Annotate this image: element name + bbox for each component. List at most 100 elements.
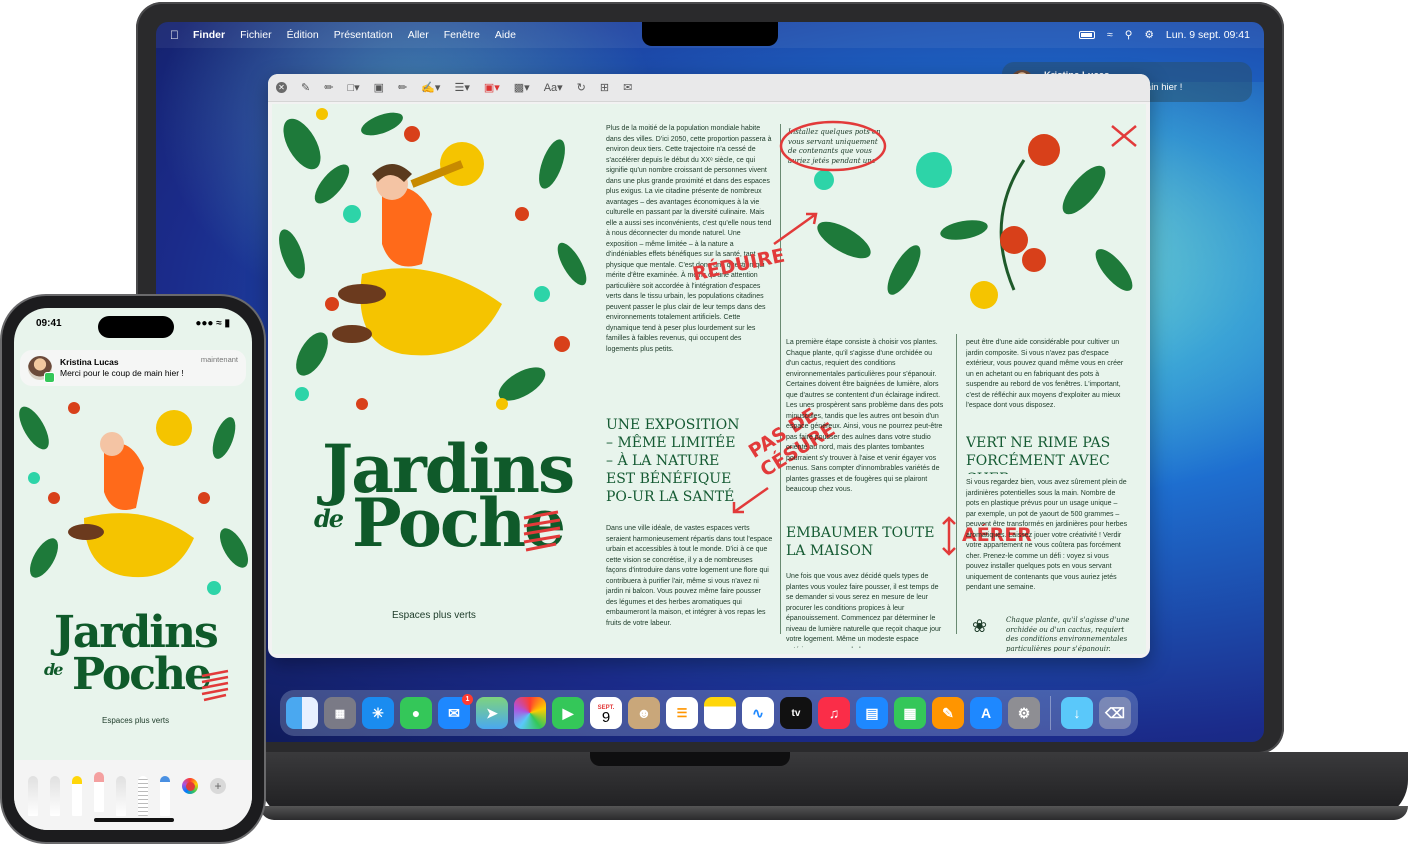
doc-column-3: peut être d'une aide considérable pour c… bbox=[966, 339, 1124, 409]
column-divider-2 bbox=[956, 334, 957, 634]
notification-text: Kristina Lucas Merci pour le coup de mai… bbox=[60, 357, 184, 379]
messages-icon[interactable]: ● bbox=[400, 697, 432, 729]
doc-column-2b: Une fois que vous avez décidé quels type… bbox=[786, 573, 942, 648]
marker-tool-icon[interactable] bbox=[72, 776, 82, 816]
add-tool-icon[interactable]: + bbox=[210, 778, 226, 794]
maps-icon[interactable]: ➤ bbox=[476, 697, 508, 729]
notes-icon[interactable] bbox=[704, 697, 736, 729]
shapes-tool-icon[interactable]: □▾ bbox=[347, 81, 359, 94]
pencil-tool-icon[interactable] bbox=[50, 776, 60, 816]
menu-finder[interactable]: Finder bbox=[193, 29, 225, 41]
iphone-scribble-mark bbox=[201, 669, 229, 702]
device-scene:  Finder Fichier Édition Présentation Al… bbox=[0, 0, 1410, 846]
safari-icon[interactable]: ✳ bbox=[362, 697, 394, 729]
doc-heading-2: EMBAUMER TOUTE LA MAISON bbox=[786, 525, 935, 559]
settings-icon[interactable]: ⚙ bbox=[1008, 697, 1040, 729]
macbook-base bbox=[260, 752, 1408, 820]
crop-icon[interactable]: ⊞ bbox=[600, 81, 609, 94]
menu-clock[interactable]: Lun. 9 sept. 09:41 bbox=[1166, 29, 1250, 41]
column-divider bbox=[780, 124, 781, 634]
keynote-icon[interactable]: ▤ bbox=[856, 697, 888, 729]
iphone-screen: 09:41 ●●● ≈ ▮ Kristina Lucas Merci pour … bbox=[14, 308, 252, 830]
sketch-tool-icon[interactable]: ✎ bbox=[301, 81, 310, 94]
control-center-icon[interactable]: ⚙ bbox=[1145, 29, 1154, 41]
document-page: Jardins de Poche Espaces plus verts Plus… bbox=[272, 104, 1146, 654]
tv-icon[interactable]: tv bbox=[780, 697, 812, 729]
iphone-title-line2: Poche bbox=[72, 649, 212, 700]
line-style-icon[interactable]: ☰▾ bbox=[454, 81, 469, 94]
illustration-left bbox=[279, 108, 587, 410]
border-color-icon[interactable]: ▣▾ bbox=[484, 81, 500, 94]
iphone-subtitle: Espaces plus verts bbox=[102, 716, 170, 725]
macbook-screen:  Finder Fichier Édition Présentation Al… bbox=[156, 22, 1264, 742]
menu-fichier[interactable]: Fichier bbox=[240, 29, 272, 41]
iphone: 09:41 ●●● ≈ ▮ Kristina Lucas Merci pour … bbox=[2, 296, 264, 842]
signature-icon[interactable]: ✍▾ bbox=[421, 81, 440, 94]
menu-edition[interactable]: Édition bbox=[287, 29, 319, 41]
dock: ▦ ✳ ● ✉ 1 ➤ ▶ SEPT. 9 ☻ ☰ ∿ tv ♫ ▤ ▦ ✎ A … bbox=[280, 690, 1138, 736]
apple-menu-icon[interactable]:  bbox=[170, 28, 179, 42]
launchpad-icon[interactable]: ▦ bbox=[324, 697, 356, 729]
iphone-status-bar: 09:41 ●●● ≈ ▮ bbox=[14, 318, 252, 329]
flower-icon: ❀ bbox=[972, 616, 988, 636]
downloads-folder-icon[interactable]: ↓ bbox=[1061, 697, 1093, 729]
menu-extras: ≈ ⚲ ⚙ Lun. 9 sept. 09:41 bbox=[1079, 29, 1250, 41]
wifi-icon[interactable]: ≈ bbox=[1107, 29, 1113, 41]
note-circle bbox=[779, 120, 887, 172]
close-icon[interactable]: ✕ bbox=[276, 82, 287, 93]
menu-aide[interactable]: Aide bbox=[495, 29, 516, 41]
strike-mark bbox=[1111, 125, 1137, 147]
doc-column-1b: Dans une ville idéale, de vastes espaces… bbox=[606, 525, 773, 627]
numbers-icon[interactable]: ▦ bbox=[894, 697, 926, 729]
draw-tool-icon[interactable]: ✏ bbox=[324, 81, 333, 94]
facetime-icon[interactable]: ▶ bbox=[552, 697, 584, 729]
highlight-icon[interactable]: ✏ bbox=[398, 81, 407, 94]
reminders-icon[interactable]: ☰ bbox=[666, 697, 698, 729]
doc-column-2: La première étape consiste à choisir vos… bbox=[786, 339, 944, 493]
menu-presentation[interactable]: Présentation bbox=[334, 29, 393, 41]
calendar-day: 9 bbox=[601, 709, 611, 726]
contacts-icon[interactable]: ☻ bbox=[628, 697, 660, 729]
iphone-notification[interactable]: Kristina Lucas Merci pour le coup de mai… bbox=[20, 350, 246, 386]
macbook-edge bbox=[260, 806, 1408, 820]
battery-icon[interactable] bbox=[1079, 31, 1096, 39]
app-store-icon[interactable]: A bbox=[970, 697, 1002, 729]
music-icon[interactable]: ♫ bbox=[818, 697, 850, 729]
finder-icon[interactable] bbox=[286, 697, 318, 729]
menu-aller[interactable]: Aller bbox=[408, 29, 429, 41]
iphone-time: 09:41 bbox=[36, 318, 62, 329]
pen-tool-icon[interactable] bbox=[28, 776, 38, 816]
doc-title-de: de bbox=[314, 504, 344, 533]
text-style-icon[interactable]: Aa▾ bbox=[544, 81, 563, 94]
preview-window: ✕ ✎ ✏ □▾ ▣ ✏ ✍▾ ☰▾ ▣▾ ▩▾ Aa▾ ↻ ⊞ ✉ Jardi… bbox=[268, 74, 1150, 658]
tv-label: tv bbox=[791, 707, 801, 719]
fountain-pen-tool-icon[interactable] bbox=[160, 776, 170, 816]
calendar-icon[interactable]: SEPT. 9 bbox=[590, 697, 622, 729]
avatar bbox=[28, 356, 55, 383]
color-picker-icon[interactable] bbox=[182, 778, 198, 794]
menu-fenetre[interactable]: Fenêtre bbox=[444, 29, 480, 41]
dock-separator bbox=[1050, 696, 1051, 730]
iphone-title-de: de bbox=[44, 660, 63, 679]
eraser-tool-icon[interactable] bbox=[94, 772, 104, 812]
annotate-icon[interactable]: ✉ bbox=[623, 81, 632, 94]
freeform-icon[interactable]: ∿ bbox=[742, 697, 774, 729]
ruler-tool-icon[interactable] bbox=[138, 776, 148, 816]
text-box-icon[interactable]: ▣ bbox=[374, 81, 384, 94]
lasso-tool-icon[interactable] bbox=[116, 776, 126, 816]
search-icon[interactable]: ⚲ bbox=[1125, 29, 1133, 41]
annotation-arrow-2 bbox=[732, 486, 769, 514]
macbook-groove bbox=[590, 752, 790, 766]
pages-icon[interactable]: ✎ bbox=[932, 697, 964, 729]
notification-time: maintenant bbox=[200, 355, 238, 364]
doc-subtitle: Espaces plus verts bbox=[392, 610, 476, 621]
messages-badge-icon bbox=[44, 372, 55, 383]
annotation-arrow-1 bbox=[773, 212, 818, 246]
status-icons: ●●● ≈ ▮ bbox=[195, 318, 230, 329]
rotate-icon[interactable]: ↻ bbox=[577, 81, 586, 94]
mail-icon[interactable]: ✉ 1 bbox=[438, 694, 473, 729]
fill-color-icon[interactable]: ▩▾ bbox=[514, 81, 530, 94]
photos-icon[interactable] bbox=[514, 697, 546, 729]
notification-message: Merci pour le coup de main hier ! bbox=[60, 368, 184, 378]
trash-icon[interactable]: ⌫ bbox=[1099, 697, 1131, 729]
